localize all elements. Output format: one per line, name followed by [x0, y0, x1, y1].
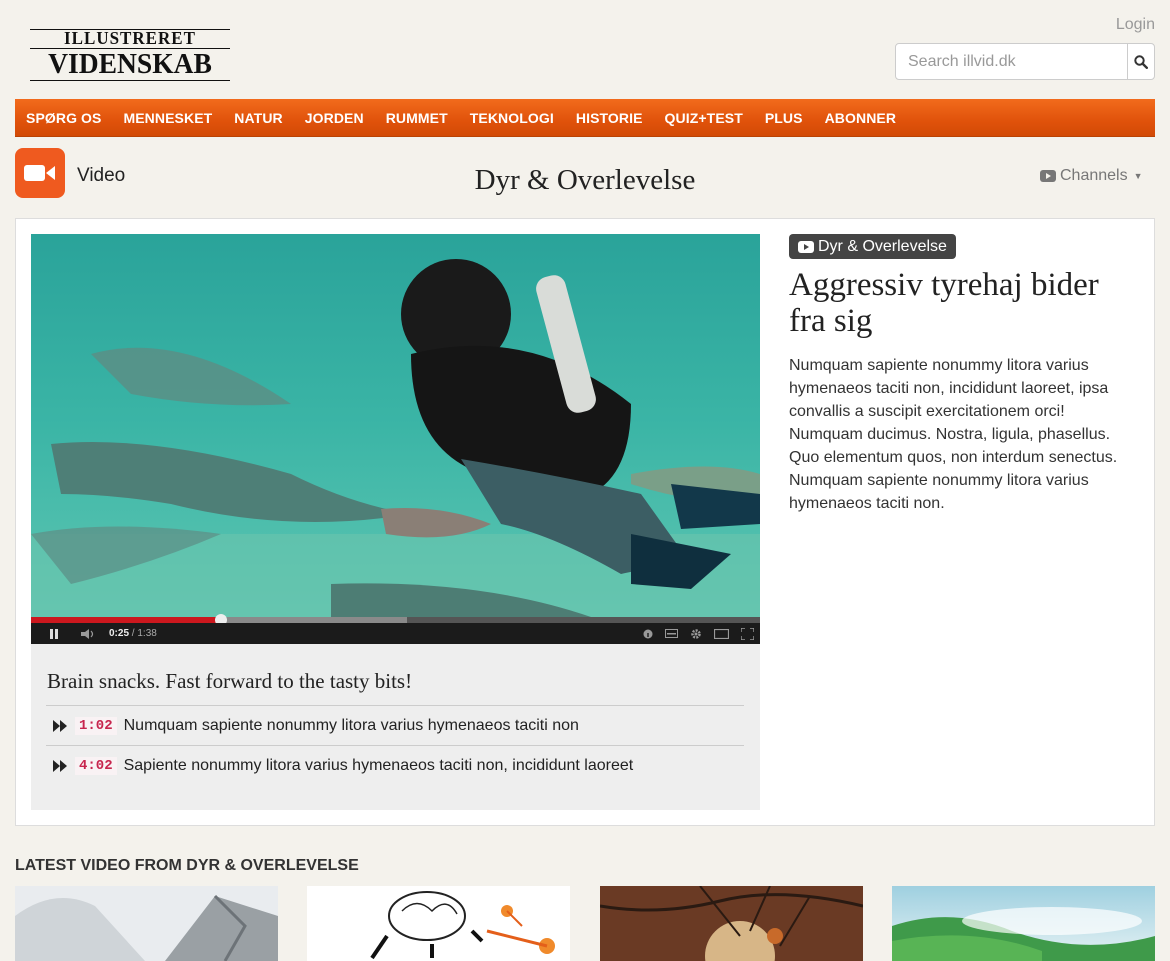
chapter-row[interactable]: 4:02 Sapiente nonummy litora varius hyme… — [46, 745, 744, 785]
nav-item-rummet[interactable]: RUMMET — [386, 110, 448, 126]
player-controls-right — [643, 627, 754, 640]
volume-button[interactable] — [81, 628, 97, 639]
site-logo[interactable]: ILLUSTRERET VIDENSKAB — [30, 29, 230, 81]
caret-down-icon: ▼ — [1133, 171, 1143, 181]
video-frame — [31, 234, 760, 617]
logo-rule — [30, 80, 230, 81]
channels-label: Channels — [1060, 167, 1128, 184]
category-badge[interactable]: Dyr & Overlevelse — [789, 234, 956, 259]
duration: 1:38 — [137, 628, 157, 639]
green-valley-image — [892, 886, 1155, 961]
branches-sunset-image — [600, 886, 863, 961]
nav-item-sporg-os[interactable]: SPØRG OS — [26, 110, 101, 126]
captions-icon[interactable] — [665, 629, 678, 638]
info-icon[interactable] — [643, 629, 653, 639]
category-label: Dyr & Overlevelse — [818, 237, 947, 255]
chapter-text: Sapiente nonummy litora varius hymenaeos… — [123, 756, 634, 774]
fullscreen-icon[interactable] — [741, 627, 754, 640]
video-player[interactable]: 0:25 / 1:38 — [31, 234, 760, 644]
logo-top-text: ILLUSTRERET — [64, 28, 196, 49]
nav-item-natur[interactable]: NATUR — [234, 110, 282, 126]
search-icon — [1134, 54, 1148, 69]
youtube-icon — [1040, 170, 1056, 182]
nav-item-teknologi[interactable]: TEKNOLOGI — [470, 110, 554, 126]
channels-dropdown[interactable]: Channels ▼ — [1040, 167, 1143, 185]
login-link[interactable]: Login — [1116, 16, 1155, 34]
chapter-timestamp[interactable]: 1:02 — [75, 716, 117, 735]
nav-item-quiz-test[interactable]: QUIZ+TEST — [665, 110, 743, 126]
nav-item-jorden[interactable]: JORDEN — [305, 110, 364, 126]
video-description: Numquam sapiente nonummy litora varius h… — [789, 357, 1118, 512]
latest-videos-heading: LATEST VIDEO FROM DYR & OVERLEVELSE — [15, 857, 359, 874]
brain-diagram-image — [307, 886, 570, 961]
chapter-timestamp[interactable]: 4:02 — [75, 756, 117, 775]
logo-bottom-text: VIDENSKAB — [48, 48, 212, 80]
fast-forward-icon — [53, 759, 75, 772]
nav-item-mennesket[interactable]: MENNESKET — [123, 110, 212, 126]
snowy-mountain-image — [15, 886, 278, 961]
fast-forward-icon — [53, 719, 75, 732]
search-input[interactable] — [896, 44, 1127, 79]
page-title: Dyr & Overlevelse — [474, 164, 696, 196]
video-thumbnail[interactable] — [15, 886, 278, 961]
nav-item-abonner[interactable]: ABONNER — [825, 110, 896, 126]
pause-icon — [50, 628, 58, 639]
youtube-icon — [798, 240, 814, 253]
current-time: 0:25 — [109, 628, 130, 639]
brain-snacks-heading: Brain snacks. Fast forward to the tasty … — [47, 669, 413, 693]
main-nav: SPØRG OS MENNESKET NATUR JORDEN RUMMET T… — [15, 99, 1155, 137]
settings-gear-icon[interactable] — [690, 628, 702, 640]
chapter-row[interactable]: 1:02 Numquam sapiente nonummy litora var… — [46, 705, 744, 745]
search-box — [895, 43, 1155, 80]
nav-item-plus[interactable]: PLUS — [765, 110, 803, 126]
player-controls: 0:25 / 1:38 — [31, 623, 760, 644]
video-headline: Aggressiv tyrehaj bider fra sig — [789, 267, 1099, 339]
nav-item-historie[interactable]: HISTORIE — [576, 110, 643, 126]
video-thumbnail[interactable] — [892, 886, 1155, 961]
theater-mode-icon[interactable] — [714, 628, 729, 639]
brain-snacks-panel: Brain snacks. Fast forward to the tasty … — [31, 644, 760, 810]
time-display: 0:25 / 1:38 — [109, 628, 157, 639]
pause-button[interactable] — [49, 628, 59, 639]
video-thumbnail[interactable] — [600, 886, 863, 961]
featured-video-card: 0:25 / 1:38 Brain snacks. Fast forward t… — [15, 218, 1155, 826]
volume-icon — [81, 628, 94, 639]
video-thumbnail[interactable] — [307, 886, 570, 961]
chapter-text: Numquam sapiente nonummy litora varius h… — [123, 716, 579, 734]
search-button[interactable] — [1127, 44, 1154, 79]
